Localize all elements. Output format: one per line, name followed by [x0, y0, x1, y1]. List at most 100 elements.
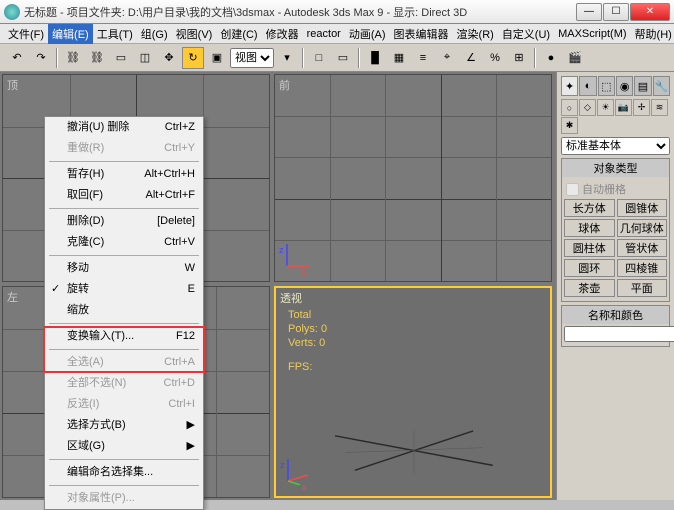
viewport-perspective[interactable]: 透视 Total Polys: 0 Verts: 0 FPS: zx: [274, 286, 552, 498]
menu-item[interactable]: 编辑命名选择集...: [45, 462, 203, 483]
primitive-button[interactable]: 圆柱体: [564, 239, 615, 257]
helpers-icon[interactable]: ✢: [633, 99, 650, 116]
app-icon: [4, 4, 20, 20]
menu-item: 对象属性(P)...: [45, 488, 203, 509]
snap-icon[interactable]: ⌖: [436, 47, 458, 69]
display-tab[interactable]: ▤: [634, 76, 651, 96]
panel-tabs: ✦ ◐ ⬚ ◉ ▤ 🔧: [561, 76, 670, 96]
hierarchy-tab[interactable]: ⬚: [598, 76, 615, 96]
edit-menu-dropdown: 撤消(U) 删除Ctrl+Z重做(R)Ctrl+Y 暂存(H)Alt+Ctrl+H…: [44, 116, 204, 510]
link-icon[interactable]: ⛓: [62, 47, 84, 69]
viewport-front[interactable]: 前 zx: [274, 74, 552, 282]
render-icon[interactable]: 🎬: [564, 47, 586, 69]
titlebar: 无标题 - 项目文件夹: D:\用户目录\我的文档\3dsmax - Autod…: [0, 0, 674, 24]
center-icon[interactable]: ▾: [276, 47, 298, 69]
modify-tab[interactable]: ◐: [579, 76, 596, 96]
maximize-button[interactable]: ☐: [603, 3, 629, 21]
group-title: 名称和颜色: [562, 306, 669, 324]
subcategory-select[interactable]: 标准基本体: [561, 137, 670, 155]
primitive-button[interactable]: 管状体: [617, 239, 668, 257]
shapes-icon[interactable]: ◇: [579, 99, 596, 116]
redo-icon[interactable]: ↷: [30, 47, 52, 69]
scale-icon[interactable]: ▣: [206, 47, 228, 69]
menu-item: 反选(I)Ctrl+I: [45, 394, 203, 415]
minimize-button[interactable]: —: [576, 3, 602, 21]
select-icon[interactable]: ▭: [110, 47, 132, 69]
group-title: 对象类型: [562, 159, 669, 177]
utilities-tab[interactable]: 🔧: [653, 76, 670, 96]
create-tab[interactable]: ✦: [561, 76, 578, 96]
main-toolbar: ↶ ↷ ⛓ ⛓ ▭ ◫ ✥ ↻ ▣ 视图 ▾ □ ▭ ▐▌ ▦ ≡ ⌖ ∠ % …: [0, 44, 674, 72]
lights-icon[interactable]: ☀: [597, 99, 614, 116]
cameras-icon[interactable]: 📷: [615, 99, 632, 116]
menu-6[interactable]: 修改器: [262, 24, 303, 44]
grid: [275, 75, 551, 281]
menu-item: 全部不选(N)Ctrl+D: [45, 373, 203, 394]
align-icon[interactable]: ≡: [412, 47, 434, 69]
menu-item[interactable]: 取回(F)Alt+Ctrl+F: [45, 185, 203, 206]
viewports: 顶 前 zx 左 透视: [0, 72, 556, 500]
primitive-button[interactable]: 长方体: [564, 199, 615, 217]
menu-item[interactable]: 移动W: [45, 258, 203, 279]
snap3-icon[interactable]: %: [484, 47, 506, 69]
menu-7[interactable]: reactor: [303, 26, 345, 42]
autogrid-check[interactable]: 自动栅格: [564, 179, 667, 199]
menu-0[interactable]: 文件(F): [4, 24, 48, 44]
primitive-button[interactable]: 几何球体: [617, 219, 668, 237]
unlink-icon[interactable]: ⛓: [86, 47, 108, 69]
move-icon[interactable]: ✥: [158, 47, 180, 69]
viewport-stats: Total Polys: 0 Verts: 0 FPS:: [288, 308, 327, 374]
viewport-label: 透视: [280, 290, 302, 306]
menu-9[interactable]: 图表编辑器: [390, 24, 453, 44]
menu-13[interactable]: 帮助(H): [631, 24, 674, 44]
array-icon[interactable]: ▦: [388, 47, 410, 69]
menu-item[interactable]: 删除(D)[Delete]: [45, 211, 203, 232]
window-title: 无标题 - 项目文件夹: D:\用户目录\我的文档\3dsmax - Autod…: [24, 4, 576, 20]
menu-item[interactable]: 选择方式(B)▶: [45, 415, 203, 436]
primitive-button[interactable]: 四棱锥: [617, 259, 668, 277]
menu-item[interactable]: 区域(G)▶: [45, 436, 203, 457]
menu-item[interactable]: 变换输入(T)...F12: [45, 326, 203, 347]
menu-item[interactable]: ✓旋转E: [45, 279, 203, 300]
menu-2[interactable]: 工具(T): [93, 24, 137, 44]
category-icons: ○ ◇ ☀ 📷 ✢ ≋ ✱: [561, 99, 670, 134]
menu-3[interactable]: 组(G): [137, 24, 172, 44]
primitive-button[interactable]: 圆环: [564, 259, 615, 277]
spacewarps-icon[interactable]: ≋: [651, 99, 668, 116]
menu-item[interactable]: 克隆(C)Ctrl+V: [45, 232, 203, 253]
menu-8[interactable]: 动画(A): [345, 24, 390, 44]
named-icon[interactable]: ▭: [332, 47, 354, 69]
name-input[interactable]: [564, 326, 674, 342]
snap4-icon[interactable]: ⊞: [508, 47, 530, 69]
window-buttons: — ☐ ✕: [576, 3, 670, 21]
menu-item[interactable]: 暂存(H)Alt+Ctrl+H: [45, 164, 203, 185]
menu-1[interactable]: 编辑(E): [48, 24, 93, 44]
undo-icon[interactable]: ↶: [6, 47, 28, 69]
menu-item[interactable]: 撤消(U) 删除Ctrl+Z: [45, 117, 203, 138]
primitive-button[interactable]: 球体: [564, 219, 615, 237]
primitive-button[interactable]: 平面: [617, 279, 668, 297]
primitive-button[interactable]: 圆锥体: [617, 199, 668, 217]
coord-select[interactable]: 视图: [230, 48, 274, 68]
ref-icon[interactable]: □: [308, 47, 330, 69]
snap2-icon[interactable]: ∠: [460, 47, 482, 69]
select2-icon[interactable]: ◫: [134, 47, 156, 69]
close-button[interactable]: ✕: [630, 3, 670, 21]
menu-item[interactable]: 缩放: [45, 300, 203, 321]
geometry-icon[interactable]: ○: [561, 99, 578, 116]
menu-10[interactable]: 渲染(R): [453, 24, 498, 44]
rotate-icon[interactable]: ↻: [182, 47, 204, 69]
mat-icon[interactable]: ●: [540, 47, 562, 69]
motion-tab[interactable]: ◉: [616, 76, 633, 96]
menubar: 文件(F)编辑(E)工具(T)组(G)视图(V)创建(C)修改器reactor动…: [0, 24, 674, 44]
menu-item: 重做(R)Ctrl+Y: [45, 138, 203, 159]
menu-12[interactable]: MAXScript(M): [554, 26, 630, 42]
primitive-button[interactable]: 茶壶: [564, 279, 615, 297]
menu-11[interactable]: 自定义(U): [498, 24, 554, 44]
mirror-icon[interactable]: ▐▌: [364, 47, 386, 69]
axis-gizmo: zx: [283, 240, 313, 273]
menu-4[interactable]: 视图(V): [172, 24, 217, 44]
name-color-group: 名称和颜色: [561, 305, 670, 347]
systems-icon[interactable]: ✱: [561, 117, 578, 134]
menu-5[interactable]: 创建(C): [216, 24, 261, 44]
